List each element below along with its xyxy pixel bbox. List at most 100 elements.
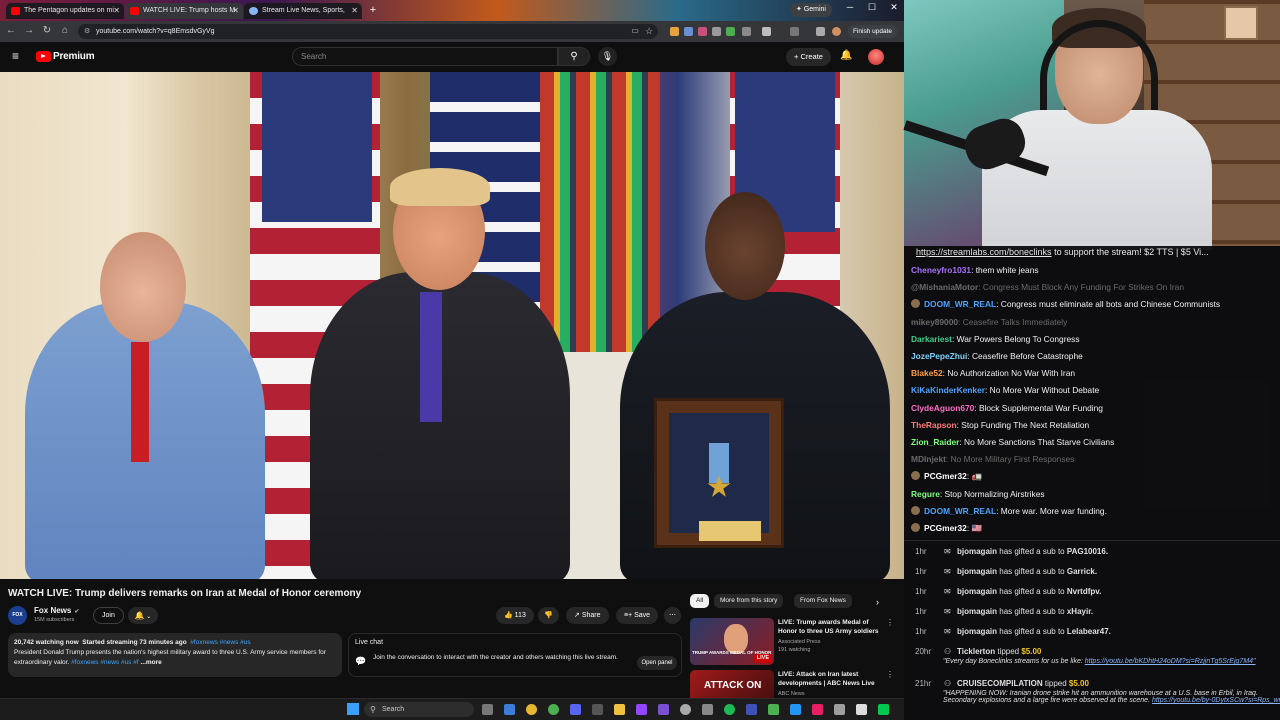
sidebar-icon[interactable]	[790, 27, 799, 36]
forward-icon[interactable]: →	[22, 24, 36, 38]
chat-username[interactable]: Darkariest	[911, 334, 952, 344]
chrome-profile-icon[interactable]	[548, 704, 559, 715]
more-vertical-icon[interactable]: ⋮	[886, 618, 894, 627]
share-button[interactable]: ↗ Share	[566, 607, 609, 624]
recommendation-thumbnail[interactable]: ATTACK ON	[690, 670, 774, 698]
windows-start-icon[interactable]	[347, 703, 359, 715]
recommendation-title[interactable]: LIVE: Attack on Iran latest developments…	[778, 670, 884, 688]
chrome-icon[interactable]	[526, 704, 537, 715]
recommendation-item[interactable]: ATTACK ON LIVE: Attack on Iran latest de…	[690, 670, 900, 698]
description-box[interactable]: 20,742 watching now Started streaming 73…	[8, 633, 342, 677]
chevron-right-icon[interactable]: ›	[876, 597, 879, 607]
minimize-icon[interactable]: ─	[840, 2, 860, 12]
close-tab-icon[interactable]: ✕	[232, 3, 239, 19]
chat-username[interactable]: Blake52	[911, 368, 943, 378]
voice-search-icon[interactable]: 🎙	[598, 47, 617, 66]
download-icon[interactable]	[816, 27, 825, 36]
close-window-icon[interactable]: ✕	[884, 2, 904, 13]
tip-link[interactable]: https://youtu.be/by-0DytxSCw?si=Rps_wr_u…	[1152, 697, 1280, 704]
join-button[interactable]: Join	[93, 607, 124, 624]
tab-stream-live[interactable]: Stream Live News, Sports, ✕	[244, 3, 362, 19]
settings-icon[interactable]	[680, 704, 691, 715]
back-icon[interactable]: ←	[4, 24, 18, 38]
menu-icon[interactable]: ≡	[12, 50, 24, 62]
youtube-premium-brand[interactable]: Premium	[53, 51, 95, 62]
finish-update-button[interactable]: Finish update	[848, 25, 898, 38]
account-avatar[interactable]	[868, 49, 884, 65]
channel-avatar[interactable]: FOX	[8, 606, 27, 625]
home-icon[interactable]: ⌂	[58, 24, 72, 38]
recommendation-thumbnail[interactable]: TRUMP AWARDS MEDAL OF HONOR LIVE	[690, 618, 774, 665]
app-icon[interactable]	[790, 704, 801, 715]
recommendation-item[interactable]: TRUMP AWARDS MEDAL OF HONOR LIVE LIVE: T…	[690, 618, 900, 668]
chat-username[interactable]: mikey89000	[911, 317, 958, 327]
chat-username[interactable]: Cheneyfro1031	[911, 265, 971, 275]
channel-name[interactable]: Fox News ✔	[34, 606, 79, 615]
chat-username[interactable]: @MishaniaMotor	[911, 282, 978, 292]
extension-icon[interactable]	[742, 27, 751, 36]
video-player[interactable]: FOX	[0, 72, 904, 579]
tab-pentagon[interactable]: The Pentagon updates on mi ✕	[6, 3, 124, 19]
profile-avatar[interactable]	[832, 27, 841, 36]
obs-icon[interactable]	[658, 704, 669, 715]
notes-icon[interactable]	[746, 704, 757, 715]
url-field[interactable]: ⚙ youtube.com/watch?v=q8EmsdvGyVg	[78, 24, 658, 39]
chat-username[interactable]: DOOM_WR_REAL	[924, 299, 996, 309]
description-hashtags[interactable]: #foxnews #news #us #f	[71, 659, 139, 666]
bookmark-star-icon[interactable]: ☆	[642, 24, 656, 38]
reload-icon[interactable]: ↻	[40, 24, 54, 38]
chip-from-fox-news[interactable]: From Fox News	[794, 594, 852, 608]
create-button[interactable]: + Create	[786, 48, 831, 66]
recommendation-title[interactable]: LIVE: Trump awards Medal of Honor to thr…	[778, 618, 884, 636]
chat-username[interactable]: ClydeAguon670	[911, 403, 974, 413]
notifications-bell-icon[interactable]: 🔔	[840, 50, 852, 61]
site-info-icon[interactable]: ⚙	[84, 24, 90, 39]
taskbar-search[interactable]: ⚲ Search	[364, 702, 474, 717]
extension-icon[interactable]	[684, 27, 693, 36]
file-explorer-icon[interactable]	[614, 704, 625, 715]
chat-username[interactable]: TheRapson	[911, 420, 957, 430]
more-link[interactable]: ...more	[140, 659, 161, 666]
dislike-button[interactable]: 👎	[538, 607, 559, 624]
extension-icon[interactable]	[726, 27, 735, 36]
maximize-icon[interactable]: ☐	[862, 2, 882, 13]
hashtags[interactable]: #foxnews #news #us	[190, 639, 250, 646]
chat-username[interactable]: DOOM_WR_REAL	[924, 506, 996, 516]
tip-link[interactable]: https://youtu.be/bKDhtH24oDM?si=RzjjnTg5…	[1085, 658, 1256, 665]
terminal-icon[interactable]	[592, 704, 603, 715]
tab-watch-live[interactable]: WATCH LIVE: Trump hosts M ✕	[125, 3, 243, 19]
close-tab-icon[interactable]: ✕	[113, 3, 120, 19]
open-panel-button[interactable]: Open panel	[637, 656, 677, 670]
chat-username[interactable]: Regure	[911, 489, 940, 499]
extension-icon[interactable]	[670, 27, 679, 36]
new-tab-button[interactable]: +	[366, 3, 380, 17]
extension-icon[interactable]	[712, 27, 721, 36]
close-tab-icon[interactable]: ✕	[351, 3, 358, 19]
like-button[interactable]: 👍 113	[496, 607, 534, 624]
subscribe-notification-button[interactable]: 🔔 ⌄	[128, 607, 158, 624]
gemini-button[interactable]: ✦ Gemini	[790, 3, 832, 17]
task-view-icon[interactable]	[482, 704, 493, 715]
search-button[interactable]: ⚲	[558, 47, 590, 66]
chat-username[interactable]: JozePepeZhui	[911, 351, 967, 361]
save-button[interactable]: ≡+ Save	[616, 607, 659, 624]
spotify-icon[interactable]	[724, 704, 735, 715]
discord-icon[interactable]	[570, 704, 581, 715]
twitch-icon[interactable]	[636, 704, 647, 715]
cast-icon[interactable]: ▭	[628, 24, 642, 38]
edge-browser-icon[interactable]	[504, 704, 515, 715]
search-input[interactable]: Search	[292, 47, 558, 66]
youtube-logo-icon[interactable]	[36, 51, 51, 62]
extension-icon[interactable]	[698, 27, 707, 36]
chip-all[interactable]: All	[690, 594, 710, 608]
app-icon[interactable]	[856, 704, 867, 715]
chat-username[interactable]: PCGmer32	[924, 523, 967, 533]
chat-username[interactable]: KiKaKinderKenker	[911, 385, 985, 395]
chat-username[interactable]: PCGmer32	[924, 471, 967, 481]
app-icon[interactable]	[834, 704, 845, 715]
more-actions-button[interactable]: ⋯	[664, 607, 681, 624]
chat-username[interactable]: MDInjekt	[911, 454, 946, 464]
sheets-icon[interactable]	[768, 704, 779, 715]
chat-username[interactable]: Zion_Raider	[911, 437, 959, 447]
app-icon[interactable]	[812, 704, 823, 715]
